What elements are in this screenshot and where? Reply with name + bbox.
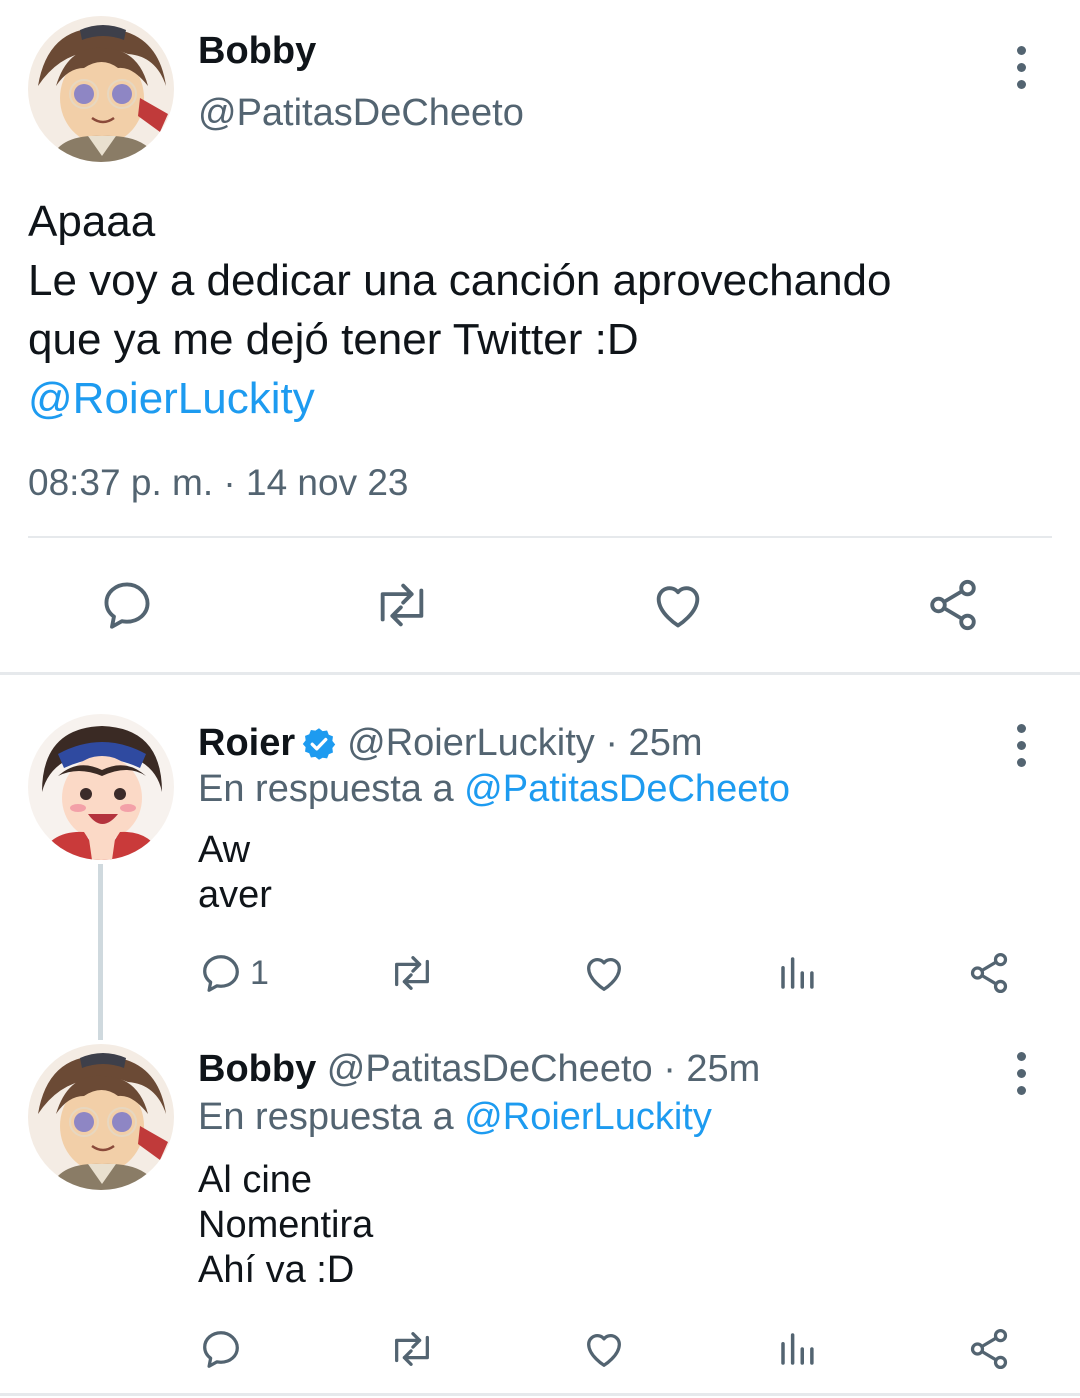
reply-line: Al cine xyxy=(198,1159,313,1201)
divider xyxy=(28,536,1052,538)
retweet-icon xyxy=(395,1332,429,1366)
views-button[interactable] xyxy=(776,952,818,994)
author-name[interactable]: Bobby xyxy=(198,30,316,73)
share-button[interactable] xyxy=(922,576,984,634)
like-icon xyxy=(656,586,700,628)
reply-icon xyxy=(203,1331,239,1368)
author-avatar[interactable] xyxy=(28,16,174,162)
like-icon xyxy=(587,1334,621,1367)
retweet-button[interactable] xyxy=(386,1326,438,1372)
reply-icon xyxy=(198,950,244,996)
like-icon xyxy=(587,958,621,991)
like-button[interactable] xyxy=(580,1326,628,1372)
retweet-button[interactable] xyxy=(370,576,434,634)
bottom-divider xyxy=(0,1393,1080,1396)
more-icon[interactable] xyxy=(1011,724,1031,767)
reply-prefix: En respuesta a xyxy=(198,768,454,810)
reply-line: Nomentira xyxy=(198,1204,374,1246)
retweet-button[interactable] xyxy=(386,950,438,996)
share-icon xyxy=(970,952,1008,994)
more-icon[interactable] xyxy=(1011,46,1031,89)
reply-context: En respuesta a @RoierLuckity xyxy=(198,1096,712,1139)
reply-to-link[interactable]: @PatitasDeCheeto xyxy=(464,768,790,810)
reply-line: Aw xyxy=(198,829,251,871)
reply-header: Roier @RoierLuckity · 25m xyxy=(198,722,702,765)
retweet-icon xyxy=(380,583,424,627)
share-icon xyxy=(970,1328,1008,1370)
share-button[interactable] xyxy=(966,950,1012,996)
reply-avatar[interactable] xyxy=(28,714,174,860)
views-button[interactable] xyxy=(776,1328,818,1370)
reply-header: Bobby @PatitasDeCheeto · 25m xyxy=(198,1048,760,1091)
mention-link[interactable]: @RoierLuckity xyxy=(28,369,892,428)
tweet-line: Apaaa xyxy=(28,197,156,246)
tweet-line: que ya me dejó tener Twitter :D xyxy=(28,315,639,364)
share-button[interactable] xyxy=(966,1326,1012,1372)
reply-avatar[interactable] xyxy=(28,1044,174,1190)
more-icon[interactable] xyxy=(1011,1052,1031,1095)
author-handle[interactable]: @PatitasDeCheeto xyxy=(198,92,524,135)
verified-icon xyxy=(301,726,337,762)
reply-icon xyxy=(104,582,150,629)
reply-author-name[interactable]: Bobby xyxy=(198,1048,316,1090)
tweet-timestamp[interactable]: 08:37 p. m. · 14 nov 23 xyxy=(28,462,409,504)
tweet-line: Le voy a dedicar una canción aprovechand… xyxy=(28,256,892,305)
section-divider xyxy=(0,672,1080,675)
reply-button[interactable]: 1 xyxy=(198,950,269,996)
reply-button[interactable] xyxy=(198,1326,244,1372)
reply-prefix: En respuesta a xyxy=(198,1096,454,1138)
reply-line: Ahí va :D xyxy=(198,1249,355,1291)
reply-context: En respuesta a @PatitasDeCheeto xyxy=(198,768,790,811)
reply-count: 1 xyxy=(250,953,269,992)
tweet-text: Apaaa Le voy a dedicar una canción aprov… xyxy=(28,192,892,428)
reply-handle-time[interactable]: @RoierLuckity · 25m xyxy=(347,722,702,765)
reply-text: Al cine Nomentira Ahí va :D xyxy=(198,1158,373,1293)
reply-line: aver xyxy=(198,874,272,916)
views-icon xyxy=(781,957,814,989)
like-button[interactable] xyxy=(648,576,708,634)
reply-button[interactable] xyxy=(98,576,156,634)
share-icon xyxy=(930,579,976,631)
retweet-icon xyxy=(395,956,429,990)
reply-author-name[interactable]: Roier xyxy=(198,722,295,765)
reply-text: Aw aver xyxy=(198,828,272,918)
reply-handle-time[interactable]: @PatitasDeCheeto · 25m xyxy=(327,1048,761,1090)
reply-to-link[interactable]: @RoierLuckity xyxy=(464,1096,712,1138)
views-icon xyxy=(781,1333,814,1365)
like-button[interactable] xyxy=(580,950,628,996)
thread-line xyxy=(98,864,103,1040)
